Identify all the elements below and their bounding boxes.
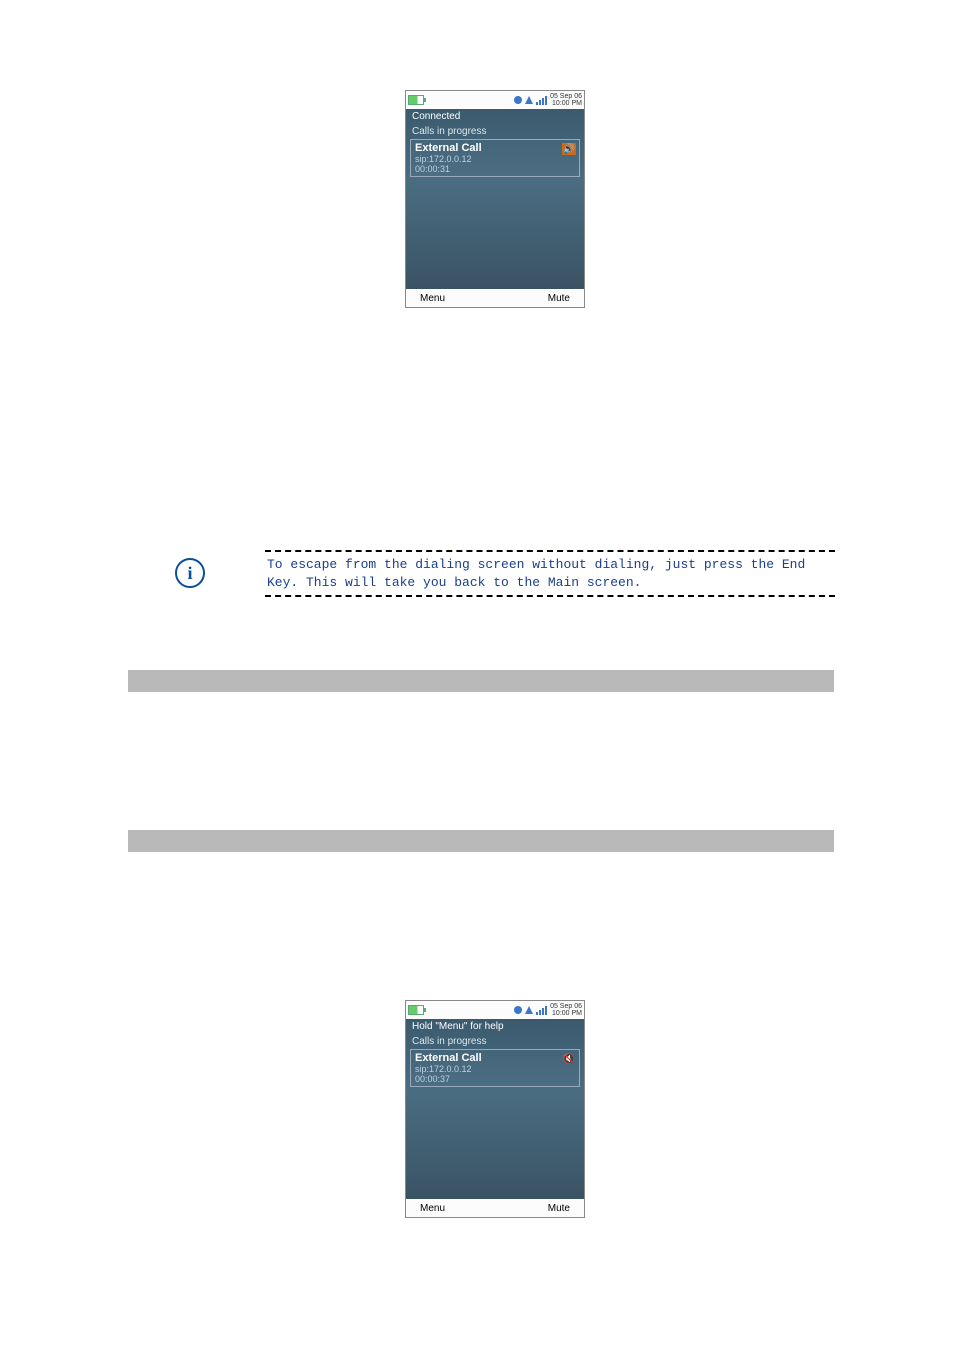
status-date: 05 Sep 06 xyxy=(550,1003,582,1010)
section-divider-bar xyxy=(128,830,834,852)
phone-status-bar: 05 Sep 06 10:00 PM xyxy=(406,1001,584,1019)
speaker-active-icon: 🔊 xyxy=(562,143,576,155)
phone-body: Connected Calls in progress 🔊 External C… xyxy=(406,109,584,289)
status-date: 05 Sep 06 xyxy=(550,93,582,100)
call-sip: sip:172.0.0.12 xyxy=(415,154,575,164)
calls-subheader: Calls in progress xyxy=(406,1034,584,1049)
signal-icon xyxy=(536,96,547,105)
softkey-mute[interactable]: Mute xyxy=(548,293,570,304)
softkey-menu[interactable]: Menu xyxy=(420,1203,445,1214)
phone-status-bar: 05 Sep 06 10:00 PM xyxy=(406,91,584,109)
status-time: 10:00 PM xyxy=(550,100,582,107)
sound-icon xyxy=(514,1006,522,1014)
status-datetime: 05 Sep 06 10:00 PM xyxy=(550,1003,582,1017)
info-note-row: i To escape from the dialing screen with… xyxy=(175,550,835,597)
battery-icon xyxy=(408,95,424,105)
call-timer: 00:00:37 xyxy=(415,1074,575,1084)
phone-screenshot-hold-help: 05 Sep 06 10:00 PM Hold "Menu" for help … xyxy=(405,1000,585,1218)
call-state-label: Connected xyxy=(406,109,584,124)
call-title: External Call xyxy=(415,142,575,154)
info-icon: i xyxy=(175,558,205,588)
call-title: External Call xyxy=(415,1052,575,1064)
wifi-icon xyxy=(525,96,533,104)
phone-body: Hold "Menu" for help Calls in progress 🔇… xyxy=(406,1019,584,1199)
call-sip: sip:172.0.0.12 xyxy=(415,1064,575,1074)
call-timer: 00:00:31 xyxy=(415,164,575,174)
signal-icon xyxy=(536,1006,547,1015)
speaker-muted-icon: 🔇 xyxy=(562,1053,576,1065)
active-call-card: 🔊 External Call sip:172.0.0.12 00:00:31 xyxy=(410,139,580,177)
status-datetime: 05 Sep 06 10:00 PM xyxy=(550,93,582,107)
section-divider-bar xyxy=(128,670,834,692)
softkey-menu[interactable]: Menu xyxy=(420,293,445,304)
info-note-text: To escape from the dialing screen withou… xyxy=(265,550,835,597)
active-call-card: 🔇 External Call sip:172.0.0.12 00:00:37 xyxy=(410,1049,580,1087)
phone-screenshot-connected: 05 Sep 06 10:00 PM Connected Calls in pr… xyxy=(405,90,585,308)
softkey-mute[interactable]: Mute xyxy=(548,1203,570,1214)
battery-icon xyxy=(408,1005,424,1015)
help-prompt-label: Hold "Menu" for help xyxy=(406,1019,584,1034)
softkey-bar: Menu Mute xyxy=(406,289,584,307)
document-page: 05 Sep 06 10:00 PM Connected Calls in pr… xyxy=(0,0,954,1351)
calls-subheader: Calls in progress xyxy=(406,124,584,139)
sound-icon xyxy=(514,96,522,104)
status-time: 10:00 PM xyxy=(550,1010,582,1017)
softkey-bar: Menu Mute xyxy=(406,1199,584,1217)
wifi-icon xyxy=(525,1006,533,1014)
